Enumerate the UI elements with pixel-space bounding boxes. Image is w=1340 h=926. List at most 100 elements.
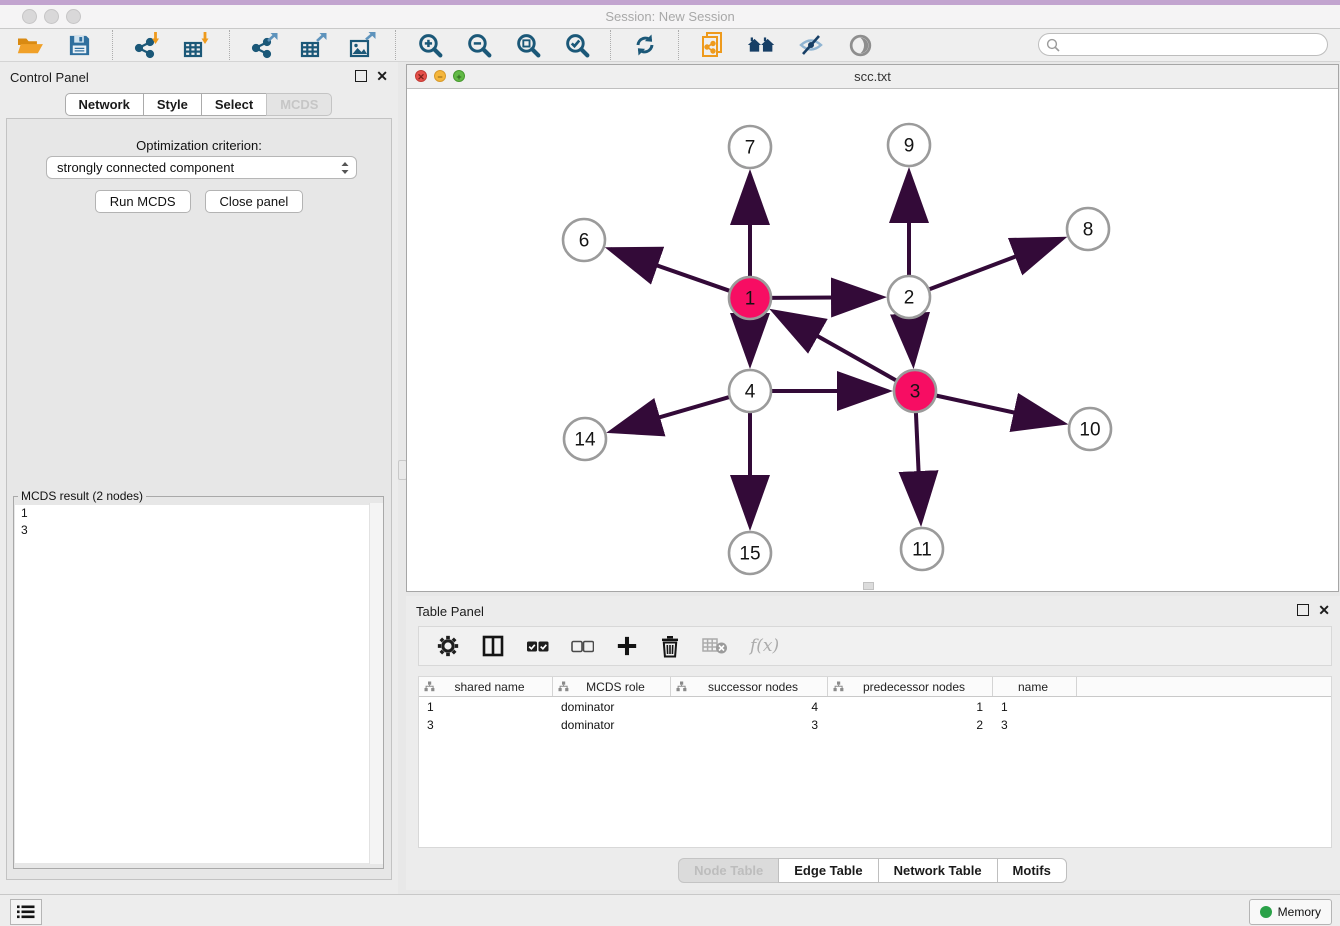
home-icon [746,33,778,57]
table-row[interactable]: 1dominator411 [419,699,1331,715]
column-header-mcds-role[interactable]: MCDS role [553,677,671,696]
panel-splitter[interactable] [398,62,406,894]
tab-select[interactable]: Select [201,93,267,116]
cell-shared-name[interactable]: 1 [419,699,553,715]
export-network-icon [250,31,278,59]
node-table[interactable]: shared nameMCDS rolesuccessor nodesprede… [418,676,1332,848]
graph-edge-3-10[interactable] [934,395,1063,423]
graph-node-7[interactable]: 7 [729,126,771,168]
cell-mcds-role[interactable]: dominator [553,699,671,715]
task-history-button[interactable] [10,899,42,925]
table-settings-button[interactable] [436,634,460,658]
float-panel-icon[interactable] [355,70,367,82]
zoom-out-button[interactable] [463,30,495,60]
zoom-selected-button[interactable] [561,30,593,60]
table-row[interactable]: 3dominator323 [419,717,1331,733]
cell-predecessor-nodes[interactable]: 1 [828,699,993,715]
network-canvas[interactable]: 7961284314101511 [407,89,1338,592]
zoom-in-button[interactable] [414,30,446,60]
tab-mcds[interactable]: MCDS [266,93,332,116]
show-graphics-details-button[interactable] [844,30,876,60]
graph-node-1[interactable]: 1 [729,277,771,319]
graph-node-2[interactable]: 2 [888,276,930,318]
column-header-name[interactable]: name [993,677,1077,696]
tab-node-table[interactable]: Node Table [678,858,779,883]
graph-node-11[interactable]: 11 [901,528,943,570]
cell-successor-nodes[interactable]: 3 [671,717,828,733]
open-folder-icon [16,33,44,57]
network-window-titlebar[interactable]: ✕ − + scc.txt [407,65,1338,89]
equation-builder-button[interactable]: f(x) [750,636,779,656]
mcds-result-list[interactable]: 13 [15,505,382,863]
dropdown-stepper-icon [340,160,350,176]
control-panel-header: Control Panel ✕ [0,62,398,90]
tab-network[interactable]: Network [65,93,144,116]
tab-style[interactable]: Style [143,93,202,116]
export-table-button[interactable] [297,30,329,60]
float-table-panel-icon[interactable] [1297,604,1309,616]
cell-name[interactable]: 1 [993,699,1077,715]
save-session-button[interactable] [63,30,95,60]
graph-node-14[interactable]: 14 [564,418,606,460]
import-network-button[interactable] [131,30,163,60]
close-panel-icon[interactable]: ✕ [376,71,388,81]
mcds-result-group: MCDS result (2 nodes) 13 [13,489,384,869]
mcds-result-line: 1 [15,505,382,522]
plus-icon [616,635,638,657]
graph-node-8[interactable]: 8 [1067,208,1109,250]
mcds-result-line: 3 [15,522,382,539]
close-table-panel-icon[interactable]: ✕ [1318,605,1330,615]
graph-node-6[interactable]: 6 [563,219,605,261]
select-all-columns-button[interactable] [526,640,549,653]
graph-node-9[interactable]: 9 [888,124,930,166]
graph-edge-2-8[interactable] [927,239,1062,290]
network-scroll-nub[interactable] [863,582,874,590]
list-icon [17,905,35,919]
zoom-fit-button[interactable] [512,30,544,60]
tab-motifs[interactable]: Motifs [997,858,1067,883]
graph-edge-3-1[interactable] [774,312,898,382]
export-image-button[interactable] [346,30,378,60]
graph-edge-1-2[interactable] [769,297,881,298]
graph-node-3[interactable]: 3 [894,370,936,412]
delete-table-button[interactable] [702,637,728,655]
column-header-successor-nodes[interactable]: successor nodes [671,677,828,696]
graph-node-10[interactable]: 10 [1069,408,1111,450]
search-box[interactable] [1038,33,1328,56]
tab-network-table[interactable]: Network Table [878,858,998,883]
create-column-button[interactable] [616,635,638,657]
open-session-button[interactable] [14,30,46,60]
cell-predecessor-nodes[interactable]: 2 [828,717,993,733]
cell-mcds-role[interactable]: dominator [553,717,671,733]
column-header-predecessor-nodes[interactable]: predecessor nodes [828,677,993,696]
result-scrollbar[interactable] [369,503,383,864]
graph-edge-2-3[interactable] [910,316,913,363]
refresh-button[interactable] [629,30,661,60]
graph-node-15[interactable]: 15 [729,532,771,574]
home-button[interactable] [746,30,778,60]
clone-network-button[interactable] [697,30,729,60]
graph-edge-1-6[interactable] [610,249,732,292]
show-columns-button[interactable] [482,635,504,657]
cell-name[interactable]: 3 [993,717,1077,733]
svg-text:4: 4 [745,382,756,403]
run-mcds-button[interactable]: Run MCDS [95,190,191,213]
cell-successor-nodes[interactable]: 4 [671,699,828,715]
search-input[interactable] [1060,35,1327,55]
tab-edge-table[interactable]: Edge Table [778,858,878,883]
svg-text:11: 11 [912,540,932,561]
unselect-all-columns-button[interactable] [571,640,594,653]
import-table-button[interactable] [180,30,212,60]
graph-node-4[interactable]: 4 [729,370,771,412]
close-panel-button[interactable]: Close panel [205,190,304,213]
column-header-shared-name[interactable]: shared name [419,677,553,696]
export-network-button[interactable] [248,30,280,60]
cell-shared-name[interactable]: 3 [419,717,553,733]
hierarchy-icon [424,681,435,692]
memory-button[interactable]: Memory [1249,899,1332,925]
delete-columns-button[interactable] [660,635,680,658]
graph-edge-3-11[interactable] [916,410,921,521]
criterion-dropdown[interactable]: strongly connected component [46,156,357,179]
graph-edge-4-14[interactable] [612,396,732,431]
hide-style-button[interactable] [795,30,827,60]
